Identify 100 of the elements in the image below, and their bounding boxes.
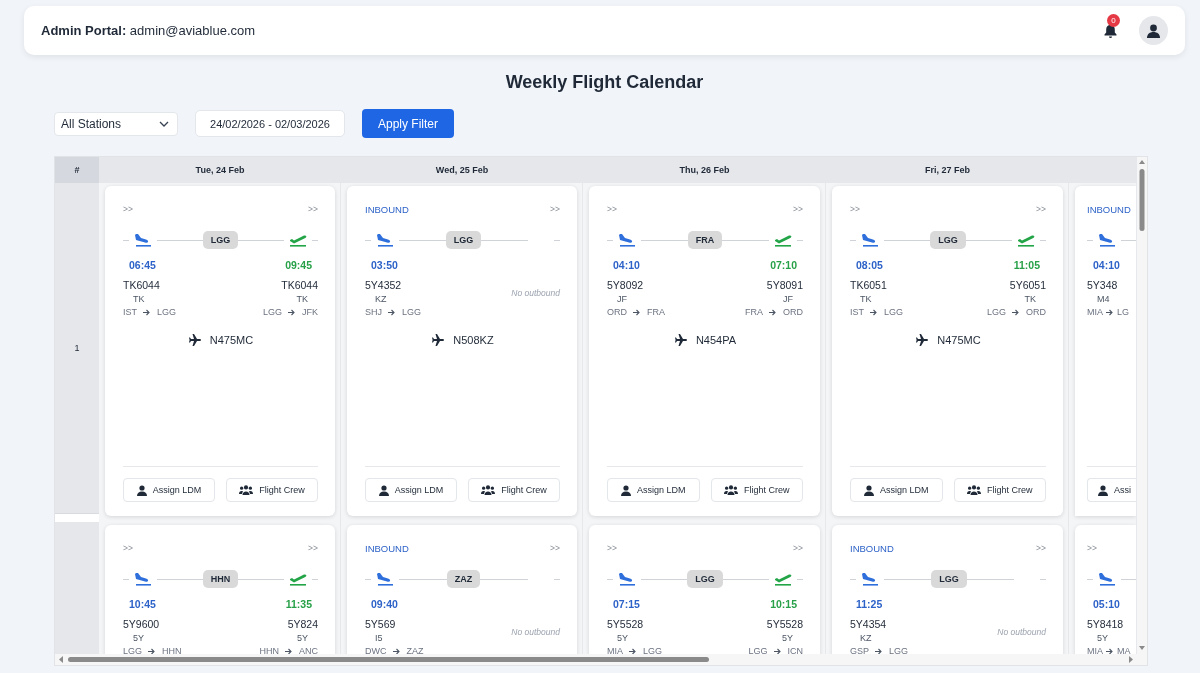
airline-code: M4 bbox=[1096, 294, 1111, 304]
flight-crew-button[interactable]: Flight Crew bbox=[953, 478, 1046, 502]
origin-code: LGG bbox=[123, 646, 142, 656]
origin-code: LGG bbox=[748, 646, 768, 656]
notification-count: 0 bbox=[1107, 14, 1120, 27]
destination-code: LGG bbox=[889, 646, 909, 656]
column-heading: # bbox=[55, 157, 99, 183]
person-icon bbox=[864, 484, 874, 496]
departure-time: 11:05 bbox=[1013, 259, 1040, 271]
flight-number: 5Y824 bbox=[287, 618, 318, 630]
airline-code: 5Y bbox=[781, 633, 794, 643]
arrow-icon bbox=[633, 308, 641, 316]
destination-code: ANC bbox=[299, 646, 318, 656]
airline-code: TK bbox=[132, 294, 146, 304]
landing-plane-icon bbox=[133, 232, 153, 248]
assign-ldm-button[interactable]: Assign LDM bbox=[607, 478, 700, 502]
station-pill: LGG bbox=[930, 231, 966, 249]
arrival-time: 09:40 bbox=[371, 598, 398, 610]
landing-plane-icon bbox=[617, 571, 637, 587]
arrow-icon bbox=[288, 308, 296, 316]
arrow-icon bbox=[629, 647, 637, 655]
aircraft-registration: N508KZ bbox=[453, 334, 494, 346]
destination-code: LGG bbox=[157, 307, 177, 317]
flight-number: TK6044 bbox=[123, 279, 161, 291]
arrival-time: 10:45 bbox=[129, 598, 156, 610]
station-pill: LGG bbox=[202, 231, 239, 249]
no-outbound-note: No outbound bbox=[511, 627, 560, 637]
destination-code: HHN bbox=[162, 646, 182, 656]
airplane-icon bbox=[187, 333, 202, 347]
origin-code: HHN bbox=[259, 646, 279, 656]
group-icon bbox=[481, 485, 496, 495]
flight-number: 5Y4352 bbox=[365, 279, 403, 291]
arrival-time: 04:10 bbox=[1093, 259, 1120, 271]
date-range-field[interactable]: 24/02/2026 - 02/03/2026 bbox=[195, 110, 345, 137]
expand-arrows: >> bbox=[607, 543, 617, 553]
origin-code: IST bbox=[850, 307, 864, 317]
arrow-icon bbox=[143, 308, 151, 316]
flight-crew-button[interactable]: Flight Crew bbox=[226, 478, 318, 502]
expand-arrows: >> bbox=[1036, 543, 1046, 553]
landing-plane-icon bbox=[860, 571, 880, 587]
arrow-icon bbox=[392, 647, 401, 655]
departure-time: 07:10 bbox=[770, 259, 797, 271]
station-dropdown[interactable]: All Stations bbox=[54, 111, 178, 136]
arrow-icon bbox=[875, 647, 883, 655]
flight-number: 5Y8091 bbox=[766, 279, 803, 291]
flight-number: 5Y4354 bbox=[850, 618, 888, 630]
departure-time: 09:45 bbox=[285, 259, 312, 271]
day-heading: Wed, 25 Feb bbox=[341, 157, 583, 183]
user-avatar[interactable] bbox=[1139, 16, 1168, 45]
group-icon bbox=[239, 485, 254, 495]
destination-code: ORD bbox=[783, 307, 803, 317]
arrow-icon bbox=[388, 308, 396, 316]
bell-icon[interactable] bbox=[1104, 23, 1117, 38]
expand-arrows: >> bbox=[1036, 204, 1046, 214]
airline-code: 5Y bbox=[616, 633, 629, 643]
destination-code: JFK bbox=[302, 307, 318, 317]
landing-plane-icon bbox=[1097, 571, 1117, 587]
arrow-icon bbox=[285, 647, 293, 655]
destination-code: LGG bbox=[884, 307, 904, 317]
aircraft-registration: N475MC bbox=[209, 334, 254, 346]
flight-crew-button[interactable]: Flight Crew bbox=[468, 478, 560, 502]
arrow-icon bbox=[769, 308, 777, 316]
portal-user-label: Admin Portal: admin@aviablue.com bbox=[41, 23, 257, 38]
flight-number: 5Y5528 bbox=[607, 618, 645, 630]
flight-crew-button[interactable]: Flight Crew bbox=[710, 478, 803, 502]
flight-number: TK6044 bbox=[281, 279, 318, 291]
flight-number: 5Y9600 bbox=[123, 618, 161, 630]
flight-number: 5Y8092 bbox=[607, 279, 645, 291]
assign-ldm-button[interactable]: Assign LDM bbox=[365, 478, 457, 502]
origin-code: ORD bbox=[607, 307, 627, 317]
flight-number: TK6051 bbox=[850, 279, 888, 291]
assign-ldm-button[interactable]: Assign LDM bbox=[123, 478, 215, 502]
airline-code: KZ bbox=[859, 633, 873, 643]
arrow-icon bbox=[1012, 308, 1020, 316]
assign-ldm-button[interactable]: Assign LDM bbox=[850, 478, 943, 502]
inbound-label: INBOUND bbox=[850, 542, 894, 554]
station-pill: LGG bbox=[445, 231, 482, 249]
group-icon bbox=[724, 485, 738, 495]
no-outbound-note: No outbound bbox=[511, 288, 560, 298]
aircraft-registration: N475MC bbox=[937, 334, 981, 346]
assign-ldm-button[interactable]: Assi bbox=[1087, 478, 1136, 502]
expand-arrows: >> bbox=[793, 204, 803, 214]
chevron-down-icon bbox=[159, 120, 169, 127]
destination-code: FRA bbox=[647, 307, 665, 317]
destination-code: ICN bbox=[787, 646, 803, 656]
person-icon bbox=[378, 484, 389, 496]
destination-code: LGG bbox=[402, 307, 422, 317]
airline-code: JF bbox=[616, 294, 628, 304]
flight-number: 5Y8418 bbox=[1087, 618, 1125, 630]
apply-filter-button[interactable]: Apply Filter bbox=[362, 109, 454, 138]
flight-number: 5Y569 bbox=[365, 618, 397, 630]
no-outbound-note: No outbound bbox=[997, 627, 1046, 637]
inbound-label: INBOUND bbox=[1087, 203, 1131, 215]
arrival-time: 03:50 bbox=[371, 259, 398, 271]
destination-code: MA bbox=[1117, 646, 1131, 656]
destination-code: LGG bbox=[643, 646, 663, 656]
expand-arrows: >> bbox=[550, 543, 560, 553]
station-pill: FRA bbox=[687, 231, 723, 249]
day-heading: Tue, 24 Feb bbox=[99, 157, 341, 183]
departure-time: 10:15 bbox=[770, 598, 797, 610]
